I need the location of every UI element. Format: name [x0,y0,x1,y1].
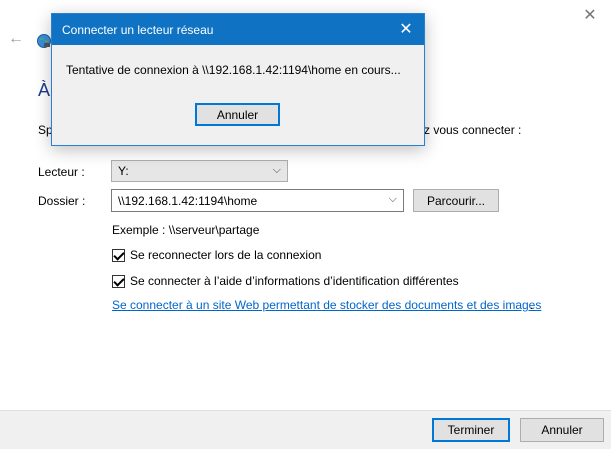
window-close-icon[interactable]: ✕ [569,0,611,30]
drive-select[interactable]: Y: ⌵ [111,160,288,182]
finish-button[interactable]: Terminer [432,418,510,442]
reconnect-label: Se reconnecter lors de la connexion [130,248,322,262]
link-period: . [530,298,534,312]
credentials-checkbox[interactable] [112,274,125,288]
globe-network-icon [36,33,52,49]
drive-select-value: Y: [118,164,129,178]
credentials-checkbox-row[interactable]: Se connecter à l’aide d’informations d’i… [112,274,459,288]
close-icon[interactable]: ✕ [396,19,416,39]
example-text: Exemple : \\serveur\partage [112,223,260,237]
dialog-title: Connecter un lecteur réseau [62,22,214,37]
chevron-down-icon: ⌵ [272,164,281,176]
credentials-label: Se connecter à l’aide d’informations d’i… [130,274,459,288]
dialog-cancel-button[interactable]: Annuler [195,103,280,126]
dialog-message: Tentative de connexion à \\192.168.1.42:… [66,63,401,77]
connecting-dialog: Connecter un lecteur réseau ✕ Tentative … [51,13,425,146]
browse-button[interactable]: Parcourir... [413,189,499,212]
drive-label: Lecteur : [38,165,85,179]
reconnect-checkbox[interactable] [112,248,125,262]
back-arrow-icon[interactable]: ← [8,30,24,48]
page-heading: À [38,80,51,100]
folder-label: Dossier : [38,194,86,208]
dialog-title-bar: Connecter un lecteur réseau ✕ [52,14,424,45]
folder-combo-value: \\192.168.1.42:1194\home [118,193,258,208]
folder-combo[interactable]: \\192.168.1.42:1194\home ⌵ [111,189,404,212]
web-storage-link[interactable]: Se connecter à un site Web permettant de… [112,298,541,312]
chevron-down-icon[interactable]: ⌵ [389,193,397,206]
reconnect-checkbox-row[interactable]: Se reconnecter lors de la connexion [112,248,321,262]
cancel-button[interactable]: Annuler [520,418,604,442]
intro-text-right: z vous connecter : [424,123,522,137]
